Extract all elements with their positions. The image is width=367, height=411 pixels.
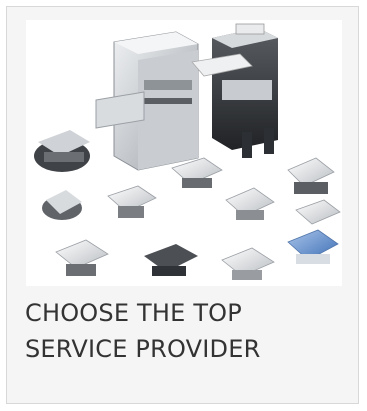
scanner-small-4 [225,187,275,220]
desktop-scanner-left [34,130,90,172]
production-scanner-dark [191,23,278,158]
scanner-bottom-4 [295,199,341,225]
scanner-bottom-2 [144,244,198,276]
scanner-small-3 [171,157,223,188]
scanners-product-image[interactable] [26,20,342,286]
scanner-bottom-3 [221,247,275,280]
production-scanner-large [95,31,199,171]
caption-line-1: CHOOSE THE TOP [25,299,242,327]
caption-line-2: SERVICE PROVIDER [25,335,261,363]
scanners-illustration-icon [34,23,341,280]
scanner-small-5 [287,157,335,194]
scanner-small-2 [107,185,157,218]
service-card[interactable]: CHOOSE THE TOP SERVICE PROVIDER [6,6,359,404]
scanner-bottom-blue [287,229,339,264]
scanner-bottom-1 [55,239,109,276]
card-caption[interactable]: CHOOSE THE TOP SERVICE PROVIDER [25,295,345,367]
